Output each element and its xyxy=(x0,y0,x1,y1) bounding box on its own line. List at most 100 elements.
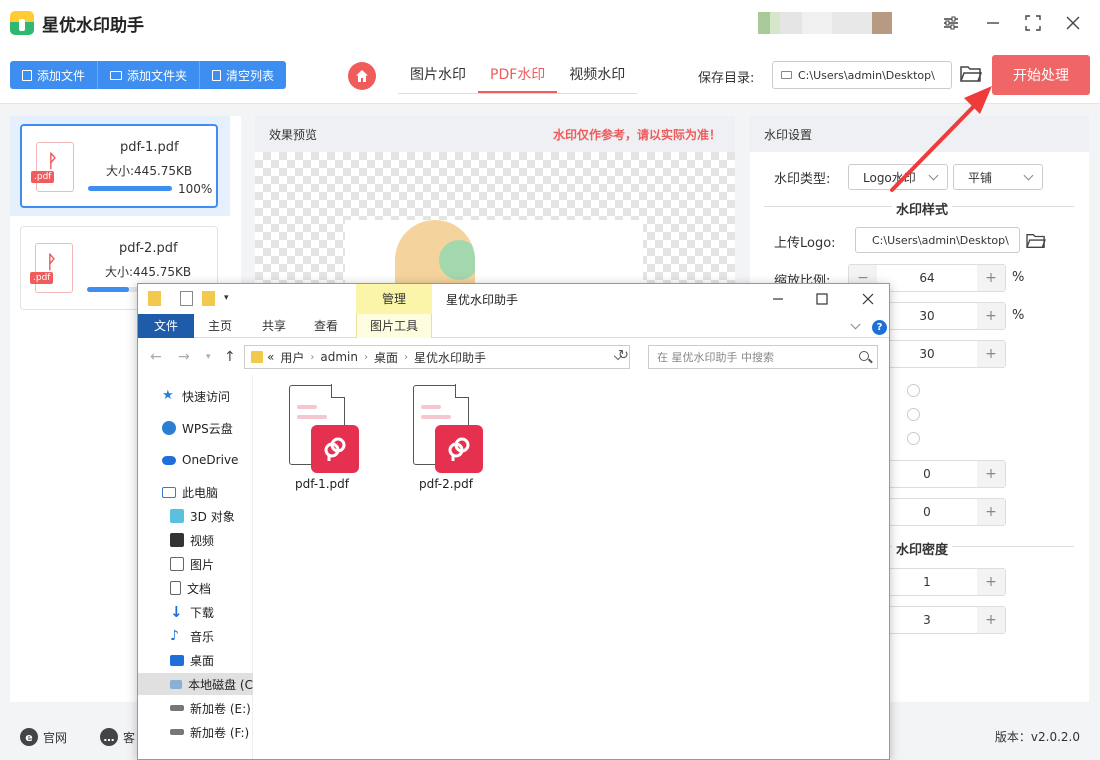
nav-item-desktop[interactable]: 桌面 xyxy=(170,649,214,671)
stepper-value[interactable]: 30 xyxy=(877,341,977,367)
nav-item-local-disk[interactable]: 本地磁盘 (C xyxy=(138,673,253,695)
stepper-value[interactable]: 3 xyxy=(877,607,977,633)
nav-item-quick-access[interactable]: ★ 快速访问 xyxy=(162,385,230,407)
add-file-button[interactable]: 添加文件 xyxy=(10,61,99,89)
tab-video-watermark[interactable]: 视频水印 xyxy=(557,58,637,93)
folder-icon xyxy=(148,291,161,306)
nav-item-this-pc[interactable]: 此电脑 xyxy=(162,481,218,503)
minimize-icon[interactable] xyxy=(768,289,788,309)
nav-item-onedrive[interactable]: OneDrive xyxy=(162,449,238,471)
nav-item-wps-cloud[interactable]: WPS云盘 xyxy=(162,417,233,439)
nav-item-music[interactable]: ♪ 音乐 xyxy=(170,625,214,647)
folder-icon xyxy=(781,71,792,79)
progress-percent: 100% xyxy=(178,182,213,196)
stepper-value[interactable]: 30 xyxy=(877,303,977,329)
nav-item-downloads[interactable]: ↓ 下载 xyxy=(170,601,214,623)
up-arrow-icon[interactable]: ↑ xyxy=(224,349,236,365)
file-icon-item[interactable]: pdf-2.pdf xyxy=(396,384,496,491)
layout-select[interactable]: 平铺 xyxy=(953,164,1043,190)
customize-toolbar-icon[interactable]: ▾ xyxy=(224,293,229,303)
unit-label: % xyxy=(1012,270,1025,285)
properties-icon[interactable] xyxy=(180,291,193,306)
browse-logo-icon[interactable] xyxy=(1026,232,1046,254)
app-title: 星优水印助手 xyxy=(42,15,144,36)
pdf-file-icon: ᚹ .pdf xyxy=(31,142,74,192)
close-icon[interactable] xyxy=(1060,10,1086,36)
refresh-icon[interactable]: ↻ xyxy=(618,348,629,363)
upload-logo-input[interactable]: C:\Users\admin\Desktop\ xyxy=(855,227,1020,253)
back-arrow-icon[interactable]: ← xyxy=(150,349,162,365)
ribbon-tab-home[interactable]: 主页 xyxy=(208,314,232,338)
increment-button[interactable]: + xyxy=(977,569,1005,595)
save-dir-input[interactable]: C:\Users\admin\Desktop\ xyxy=(772,61,952,89)
star-icon: ★ xyxy=(162,388,174,403)
tab-image-watermark[interactable]: 图片水印 xyxy=(398,58,478,93)
breadcrumb-item[interactable]: 用户 xyxy=(280,349,304,366)
increment-button[interactable]: + xyxy=(977,607,1005,633)
stepper-value[interactable]: 0 xyxy=(877,461,977,487)
file-label: pdf-2.pdf xyxy=(418,477,474,491)
document-icon xyxy=(170,581,181,595)
manage-tab-header[interactable]: 管理 xyxy=(356,284,432,314)
file-name: pdf-1.pdf xyxy=(120,140,179,155)
minimize-icon[interactable] xyxy=(980,10,1006,36)
nav-item-videos[interactable]: 视频 xyxy=(170,529,214,551)
file-size: 大小:445.75KB xyxy=(106,164,193,178)
stepper-value[interactable]: 1 xyxy=(877,569,977,595)
radio-option[interactable] xyxy=(907,408,920,421)
increment-button[interactable]: + xyxy=(977,303,1005,329)
close-icon[interactable] xyxy=(858,289,878,309)
browse-folder-icon[interactable] xyxy=(960,64,983,84)
nav-item-volume-f[interactable]: 新加卷 (F:) xyxy=(170,721,249,743)
breadcrumb-item[interactable]: admin xyxy=(320,350,358,364)
nav-item-pictures[interactable]: 图片 xyxy=(170,553,214,575)
start-process-button[interactable]: 开始处理 xyxy=(992,55,1090,95)
drive-icon xyxy=(170,729,184,735)
increment-button[interactable]: + xyxy=(977,461,1005,487)
clear-list-button[interactable]: 清空列表 xyxy=(200,61,287,89)
radio-option[interactable] xyxy=(907,384,920,397)
file-size: 大小:445.75KB xyxy=(105,265,192,279)
nav-item-3d-objects[interactable]: 3D 对象 xyxy=(170,505,235,527)
ribbon-tab-picture-tools[interactable]: 图片工具 xyxy=(356,314,432,338)
home-button[interactable] xyxy=(348,62,376,90)
file-card[interactable]: ᚹ .pdf pdf-1.pdf 大小:445.75KB 100% xyxy=(20,124,218,208)
website-link[interactable]: e 官网 xyxy=(20,728,67,746)
nav-item-documents[interactable]: 文档 xyxy=(170,577,211,599)
increment-button[interactable]: + xyxy=(977,341,1005,367)
cloud-icon xyxy=(162,421,176,435)
search-input[interactable]: 在 星优水印助手 中搜索 xyxy=(648,345,878,369)
radio-option[interactable] xyxy=(907,432,920,445)
settings-sliders-icon[interactable] xyxy=(938,10,964,36)
recent-dropdown-icon[interactable]: ▾ xyxy=(206,352,211,362)
file-icon xyxy=(22,69,32,81)
breadcrumb-item[interactable]: 星优水印助手 xyxy=(414,349,486,366)
add-folder-button[interactable]: 添加文件夹 xyxy=(98,61,201,89)
navigation-pane: ★ 快速访问 WPS云盘 OneDrive 此电脑 3D 对象 视频 图片 文档 … xyxy=(138,375,253,759)
watermark-type-select[interactable]: Logo水印 xyxy=(848,164,948,190)
maximize-icon[interactable] xyxy=(1020,10,1046,36)
help-icon[interactable]: ? xyxy=(872,320,887,335)
new-folder-icon[interactable] xyxy=(202,291,215,306)
customer-service-link[interactable]: … 客 xyxy=(100,728,135,746)
ribbon-tab-file[interactable]: 文件 xyxy=(138,314,194,338)
maximize-icon[interactable] xyxy=(812,289,832,309)
ribbon-tab-share[interactable]: 共享 xyxy=(262,314,286,338)
file-icon-item[interactable]: pdf-1.pdf xyxy=(272,384,372,491)
tab-pdf-watermark[interactable]: PDF水印 xyxy=(478,58,558,93)
increment-button[interactable]: + xyxy=(977,265,1005,291)
increment-button[interactable]: + xyxy=(977,499,1005,525)
ribbon-tab-view[interactable]: 查看 xyxy=(314,314,338,338)
chat-icon: … xyxy=(100,728,118,746)
stepper-value[interactable]: 64 xyxy=(877,265,977,291)
pdf-document-icon xyxy=(289,384,359,473)
density-section-title: 水印密度 xyxy=(892,539,953,558)
drive-icon xyxy=(170,679,183,689)
stepper-value[interactable]: 0 xyxy=(877,499,977,525)
address-bar[interactable]: « 用户 › admin › 桌面 › 星优水印助手 xyxy=(244,345,630,369)
nav-item-volume-e[interactable]: 新加卷 (E:) xyxy=(170,697,251,719)
forward-arrow-icon[interactable]: → xyxy=(178,349,190,365)
onedrive-icon xyxy=(162,455,176,465)
explorer-title-bar: ▾ 管理 星优水印助手 xyxy=(138,284,889,314)
breadcrumb-item[interactable]: 桌面 xyxy=(374,349,398,366)
